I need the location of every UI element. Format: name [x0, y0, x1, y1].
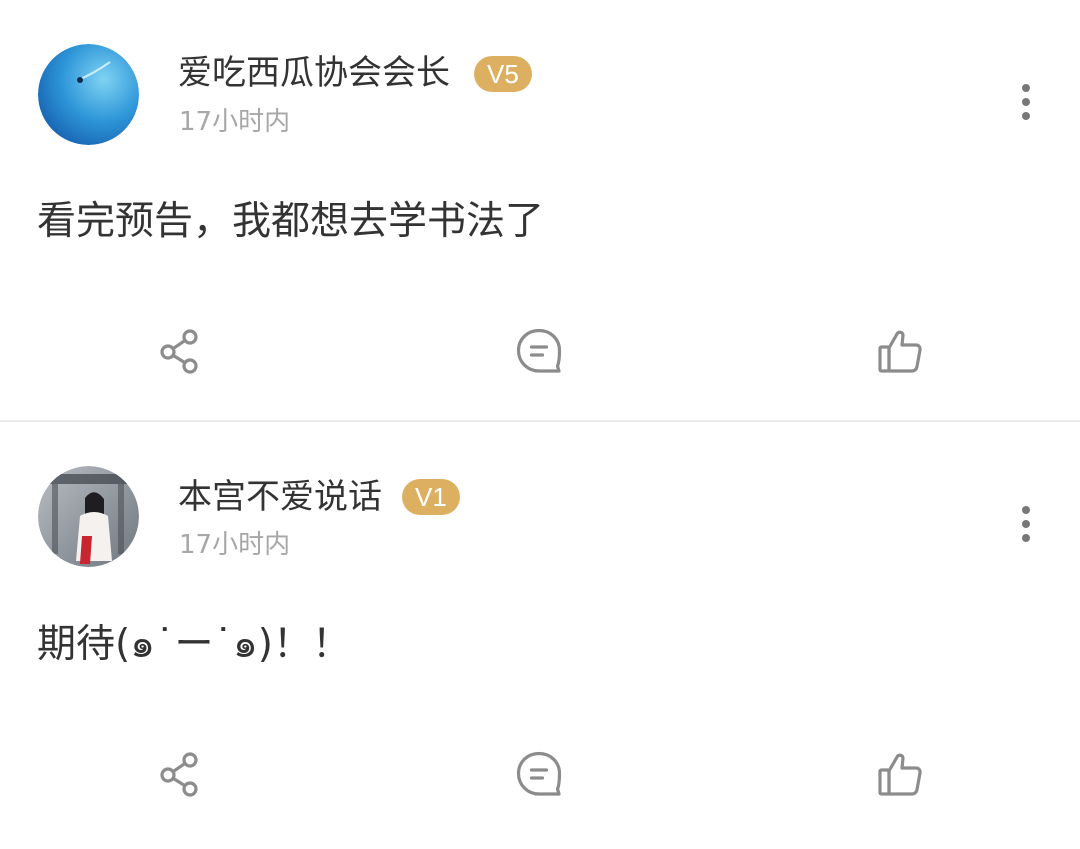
avatar[interactable] [38, 44, 139, 145]
action-bar [0, 312, 1080, 392]
action-bar [0, 735, 1080, 815]
timestamp: 17小时内 [179, 530, 291, 560]
share-icon [160, 329, 198, 374]
thumbs-up-icon [878, 753, 922, 796]
more-vertical-icon [1022, 84, 1030, 92]
username[interactable]: 爱吃西瓜协会会长 [178, 53, 450, 93]
more-vertical-icon-dot [1022, 112, 1030, 120]
share-icon [160, 752, 198, 797]
more-vertical-icon-dot [1022, 98, 1030, 106]
comment-card: 爱吃西瓜协会会长 V5 17小时内 看完预告，我都想去学书法了 [0, 0, 1080, 420]
comment-text: 看完预告，我都想去学书法了 [37, 199, 545, 244]
more-options-button[interactable] [1010, 500, 1042, 548]
more-vertical-icon-dot [1022, 534, 1030, 542]
thumbs-up-icon [878, 330, 922, 373]
username[interactable]: 本宫不爱说话 [178, 477, 382, 517]
comment-icon [516, 751, 562, 796]
like-button[interactable] [875, 749, 925, 799]
more-options-button[interactable] [1010, 78, 1042, 126]
share-button[interactable] [156, 749, 206, 799]
comment-card: 本宫不爱说话 V1 17小时内 期待(๑˙ー˙๑)！！ [0, 422, 1080, 849]
comment-icon [516, 328, 562, 373]
comment-button[interactable] [514, 749, 564, 799]
comment-text: 期待(๑˙ー˙๑)！！ [37, 622, 351, 667]
level-badge: V5 [474, 56, 532, 92]
more-vertical-icon-dot [1022, 520, 1030, 528]
share-button[interactable] [156, 326, 206, 376]
timestamp: 17小时内 [179, 107, 291, 137]
like-button[interactable] [875, 326, 925, 376]
comment-button[interactable] [514, 326, 564, 376]
level-badge: V1 [402, 479, 460, 515]
avatar[interactable] [38, 466, 139, 567]
more-vertical-icon [1022, 506, 1030, 514]
